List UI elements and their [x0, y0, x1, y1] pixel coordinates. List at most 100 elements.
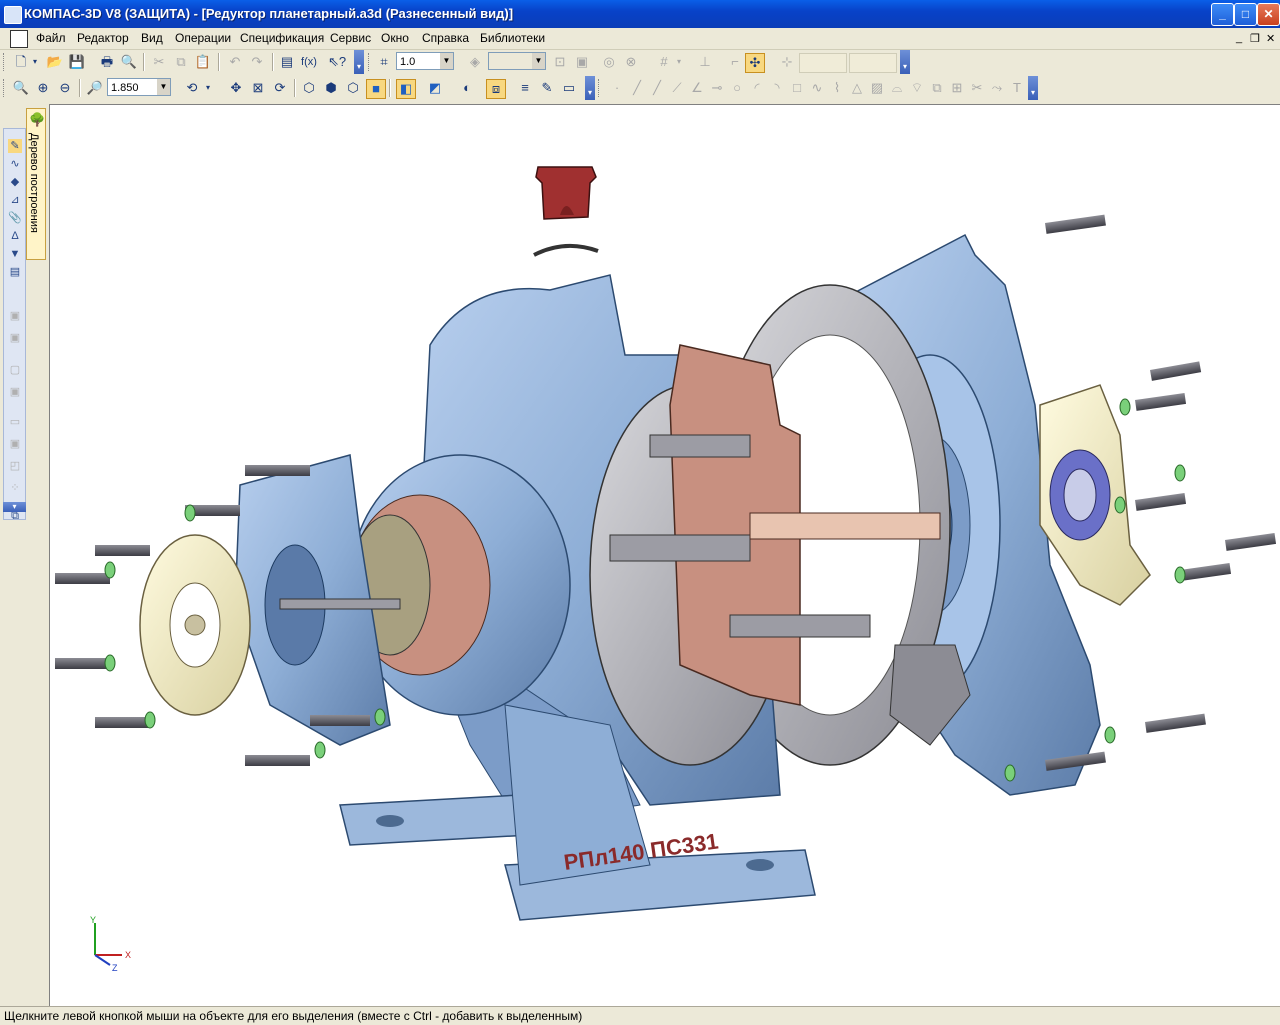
- zoom-window-icon[interactable]: 🔍: [12, 79, 30, 97]
- assembly-model[interactable]: РПл140 ПС331 Y X Z: [50, 105, 1280, 1006]
- grid-dropdown-icon[interactable]: ▾: [674, 53, 684, 71]
- app-icon[interactable]: [4, 6, 22, 24]
- point-icon[interactable]: ·: [608, 79, 626, 97]
- polyline-icon[interactable]: ⌇: [828, 79, 846, 97]
- show-all-icon[interactable]: ⊠: [249, 79, 267, 97]
- layer-icon[interactable]: ◈: [466, 53, 484, 71]
- hidden-lines-icon[interactable]: ⬢: [322, 79, 340, 97]
- document-icon[interactable]: [10, 30, 28, 48]
- cut-icon[interactable]: ✂: [150, 53, 168, 71]
- explode-icon[interactable]: ⧈: [486, 79, 506, 99]
- new-document-icon[interactable]: 🗋: [12, 53, 30, 71]
- menu-operations[interactable]: Операции: [175, 31, 231, 45]
- orientation-dropdown-icon[interactable]: ▾: [203, 79, 213, 97]
- step-cursor-icon[interactable]: ⌗: [375, 53, 393, 71]
- zoom-scale-icon[interactable]: 🔎: [86, 79, 104, 97]
- ortho-icon[interactable]: ⊥: [696, 53, 714, 71]
- toolbar-grip[interactable]: [3, 79, 7, 97]
- menu-view[interactable]: Вид: [141, 31, 163, 45]
- chamfer-icon[interactable]: ⌔: [908, 79, 926, 97]
- open-folder-icon[interactable]: 📂: [46, 53, 64, 71]
- menu-service[interactable]: Сервис: [330, 31, 371, 45]
- context-help-icon[interactable]: ⇖?: [328, 53, 346, 71]
- grid-icon[interactable]: #: [655, 53, 673, 71]
- menu-specification[interactable]: Спецификация: [240, 31, 324, 45]
- fillet-icon[interactable]: ⌓: [888, 79, 906, 97]
- edit-assembly-icon[interactable]: ✎: [8, 139, 22, 153]
- wireframe-icon[interactable]: ⬡: [300, 79, 318, 97]
- snap-global-icon[interactable]: ⊗: [622, 53, 640, 71]
- menu-help[interactable]: Справка: [422, 31, 469, 45]
- trim-icon[interactable]: ✂: [968, 79, 986, 97]
- print-preview-icon[interactable]: 🔍: [120, 53, 138, 71]
- inactive-tool-icon[interactable]: ▭: [8, 415, 22, 429]
- compact-toolbar-expand-icon[interactable]: ▾: [3, 502, 26, 512]
- chevron-down-icon[interactable]: ▼: [157, 79, 170, 95]
- mdi-minimize-button[interactable]: _: [1236, 32, 1242, 44]
- coord-x-field[interactable]: [799, 53, 847, 73]
- text-icon[interactable]: T: [1008, 79, 1026, 97]
- inactive-tool-icon[interactable]: ◰: [8, 459, 22, 473]
- copy-icon[interactable]: ⧉: [172, 53, 190, 71]
- zoom-combo[interactable]: 1.850 ▼: [107, 78, 171, 96]
- triangle-icon[interactable]: △: [848, 79, 866, 97]
- inactive-tool-icon[interactable]: ▣: [8, 309, 22, 323]
- filter-icon[interactable]: ▼: [8, 247, 22, 261]
- hatch-icon[interactable]: ▨: [868, 79, 886, 97]
- hidden-thin-icon[interactable]: ⬡: [344, 79, 362, 97]
- shaded-icon[interactable]: ■: [366, 79, 386, 99]
- red-bushing[interactable]: [535, 166, 597, 220]
- mdi-close-button[interactable]: ✕: [1266, 32, 1275, 45]
- arc2-icon[interactable]: ◝: [768, 79, 786, 97]
- toolbar-grip[interactable]: [3, 53, 7, 71]
- offset-icon[interactable]: ⧉: [928, 79, 946, 97]
- inactive-tool-icon[interactable]: ▣: [8, 385, 22, 399]
- snap-active-icon[interactable]: ✣: [745, 53, 765, 73]
- array-icon[interactable]: ⊞: [948, 79, 966, 97]
- menu-libraries[interactable]: Библиотеки: [480, 31, 545, 45]
- line3-icon[interactable]: ⟋: [668, 79, 686, 97]
- local-cs-icon[interactable]: ⌐: [726, 53, 744, 71]
- rotate-icon[interactable]: ⟳: [271, 79, 289, 97]
- save-icon[interactable]: 💾: [68, 53, 86, 71]
- frame-icon[interactable]: ▭: [560, 79, 578, 97]
- circle-icon[interactable]: ○: [728, 79, 746, 97]
- toolbar-grip[interactable]: [368, 53, 372, 71]
- tree-tab[interactable]: 🌳 Дерево построения: [26, 108, 46, 260]
- object-props2-icon[interactable]: ▣: [573, 53, 591, 71]
- paste-icon[interactable]: 📋: [194, 53, 212, 71]
- inactive-tool-icon[interactable]: ▢: [8, 363, 22, 377]
- maximize-button[interactable]: □: [1234, 3, 1257, 26]
- spec-object-icon[interactable]: ▤: [8, 265, 22, 279]
- spatial-curves-icon[interactable]: ∿: [8, 157, 22, 171]
- inactive-tool-icon[interactable]: ▣: [8, 437, 22, 451]
- aux-geometry-icon[interactable]: ⊿: [8, 193, 22, 207]
- line2-icon[interactable]: ╱: [648, 79, 666, 97]
- undo-icon[interactable]: ↶: [226, 53, 244, 71]
- pan-icon[interactable]: ✥: [227, 79, 245, 97]
- menu-window[interactable]: Окно: [381, 31, 409, 45]
- toolbar-grip[interactable]: [598, 79, 602, 97]
- orientation-icon[interactable]: ⟲: [183, 79, 201, 97]
- chevron-down-icon[interactable]: ▼: [440, 53, 453, 69]
- spec-icon[interactable]: ≡: [516, 79, 534, 97]
- front-cap[interactable]: [139, 534, 251, 716]
- mates-icon[interactable]: 📎: [8, 211, 22, 225]
- line-icon[interactable]: ╱: [628, 79, 646, 97]
- new-dropdown-arrow-icon[interactable]: ▾: [30, 53, 40, 71]
- rect-icon[interactable]: □: [788, 79, 806, 97]
- snap-local-icon[interactable]: ◎: [600, 53, 618, 71]
- manager-icon[interactable]: ▤: [278, 53, 296, 71]
- surfaces-icon[interactable]: ◆: [8, 175, 22, 189]
- perspective-icon[interactable]: ◩: [426, 79, 444, 97]
- arc-icon[interactable]: ◜: [748, 79, 766, 97]
- menu-file[interactable]: Файл: [36, 31, 66, 45]
- retaining-ring[interactable]: [533, 243, 599, 257]
- title-bar[interactable]: КОМПАС-3D V8 (ЗАЩИТА) - [Редуктор планет…: [0, 0, 1280, 28]
- line4-icon[interactable]: ∠: [688, 79, 706, 97]
- spline-icon[interactable]: ∿: [808, 79, 826, 97]
- measure-icon[interactable]: Δ: [8, 229, 22, 243]
- zoom-in-icon[interactable]: ⊕: [34, 79, 52, 97]
- object-props-icon[interactable]: ⊡: [551, 53, 569, 71]
- inactive-tool-icon[interactable]: ▣: [8, 331, 22, 345]
